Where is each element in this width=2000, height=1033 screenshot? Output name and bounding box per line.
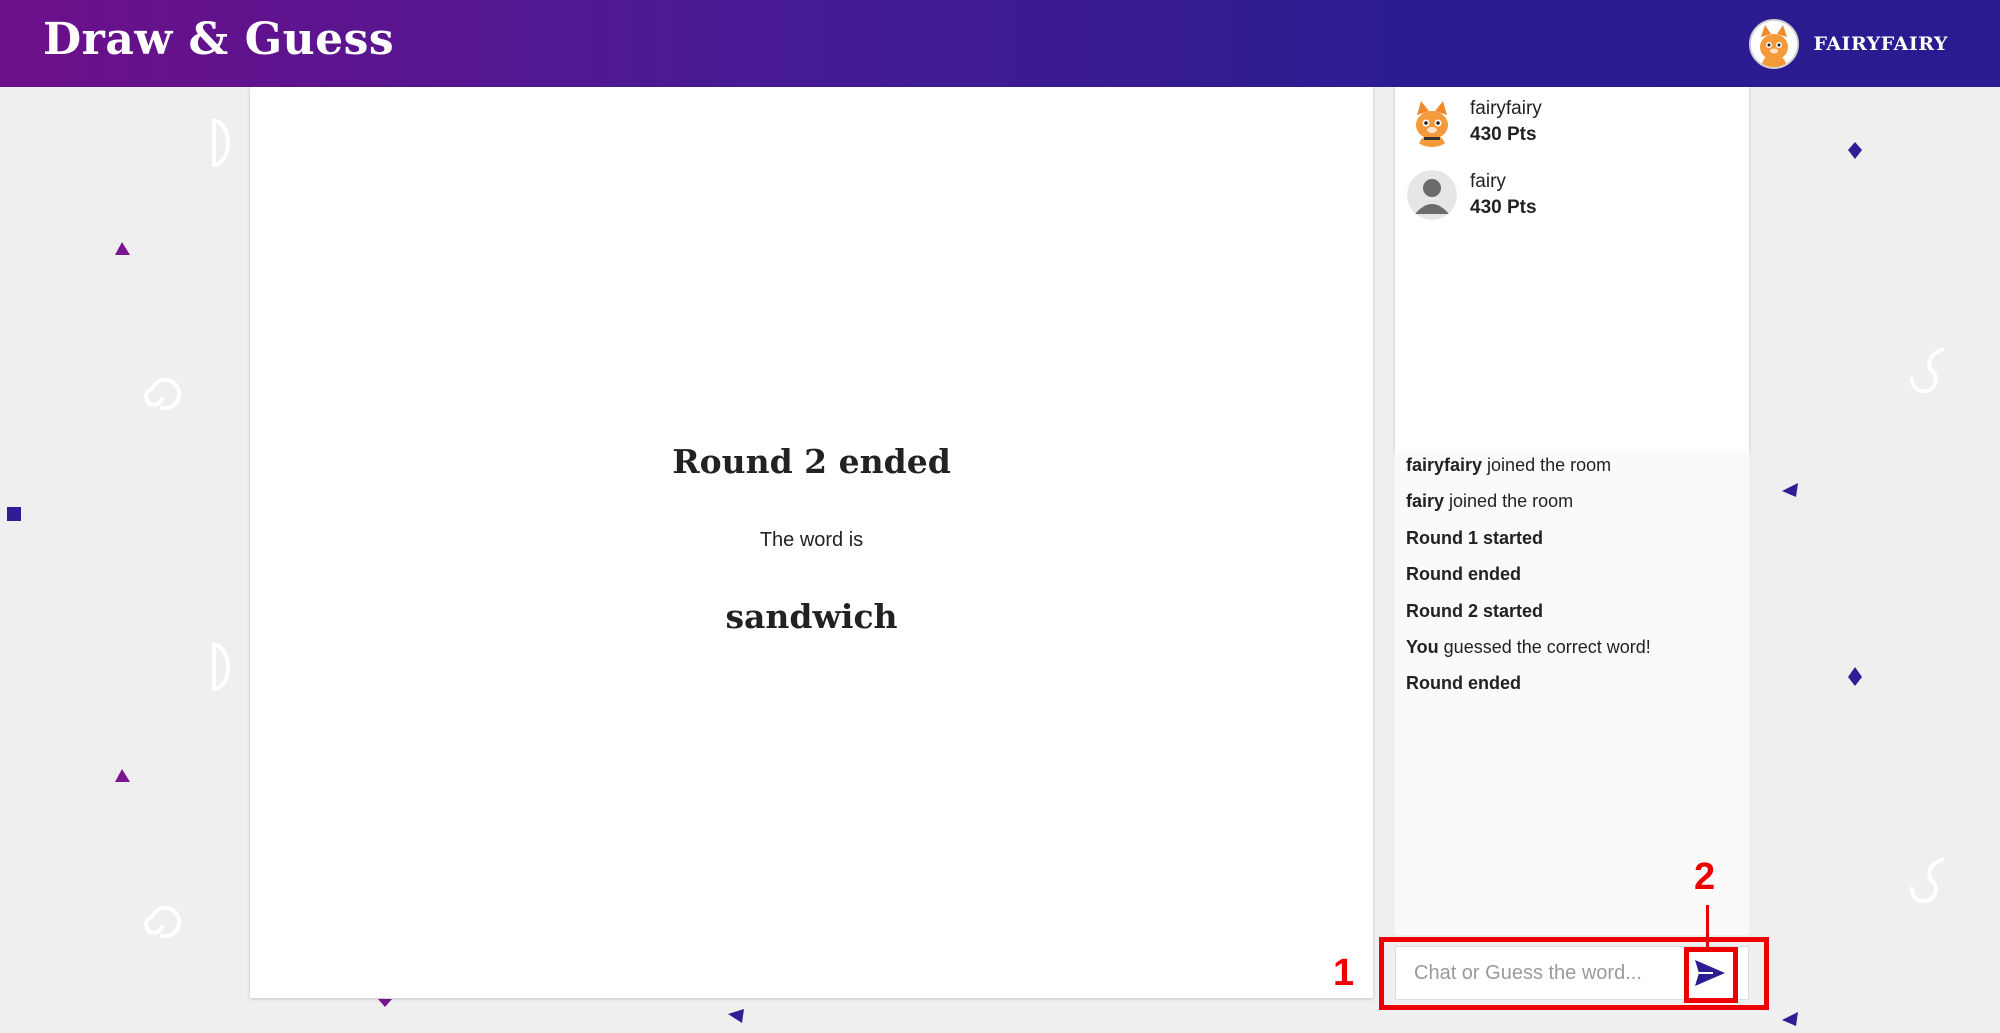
chat-message: Round 1 started [1406,528,1544,548]
chat-message: fairy joined the room [1406,491,1574,511]
chat-message: Round ended [1406,564,1521,584]
annotation-label-1: 1 [1333,952,1355,994]
cat-avatar-icon [1751,21,1798,67]
revealed-word: sandwich [725,597,898,636]
cat-avatar-icon [1407,97,1457,147]
user-menu[interactable]: FAIRYFAIRY [1749,19,1948,69]
app-logo[interactable]: Draw & Guess [43,14,394,65]
player-item: fairyfairy 430 Pts [1407,97,1542,147]
word-intro-text: The word is [759,529,864,551]
username[interactable]: FAIRYFAIRY [1813,33,1948,55]
drawing-canvas[interactable]: Round 2 ended The word is sandwich [250,87,1373,998]
chat-message: You guessed the correct word! [1406,637,1651,657]
user-avatar[interactable] [1749,19,1800,69]
round-status-title: Round 2 ended [672,442,951,481]
players-list: fairyfairy 430 Pts fairy 430 Pts [1395,87,1749,451]
chat-message: Round ended [1406,673,1521,693]
chat-message: fairyfairy joined the room [1406,455,1612,475]
annotation-pointer-line [1706,905,1709,947]
annotation-label-2: 2 [1694,856,1716,898]
annotation-box-2 [1684,947,1738,1003]
player-name: fairyfairy [1470,98,1542,119]
player-points: 430 Pts [1470,124,1537,145]
player-points: 430 Pts [1470,197,1537,218]
player-name: fairy [1470,171,1506,192]
app-header: Draw & Guess FAIRYFAIRY [0,0,2000,87]
chat-message: Round 2 started [1406,601,1544,621]
player-item: fairy 430 Pts [1407,170,1537,220]
default-user-icon [1407,170,1457,220]
